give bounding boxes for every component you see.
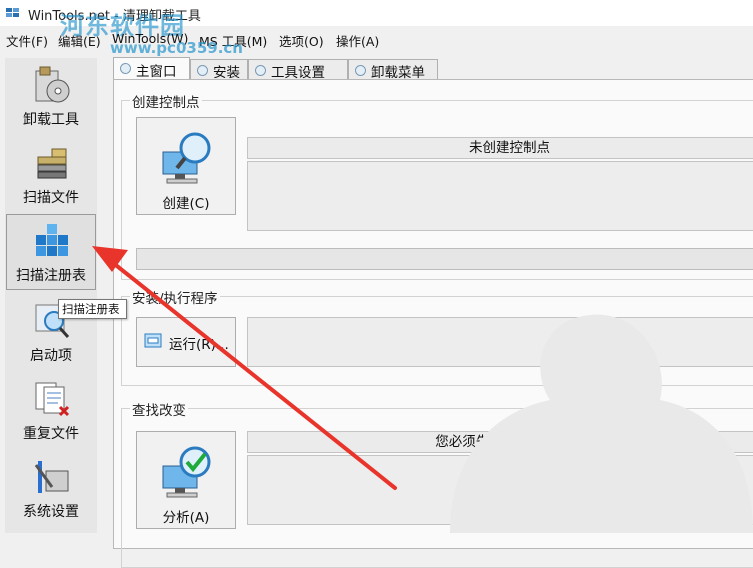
checkpoint-status: 未创建控制点 [247, 137, 753, 159]
tooltip-scan-registry: 扫描注册表 [58, 299, 127, 319]
duplicate-files-icon [35, 382, 70, 417]
sidebar-item-label: 扫描注册表 [16, 268, 86, 284]
tab-label: 安装 [213, 65, 240, 81]
radio-icon [355, 65, 366, 76]
main-panel: 创建控制点 创建(C) 未创建控制点 安装/执行程序 运行(R)... 查找改变… [113, 79, 753, 568]
menu-edit[interactable]: 编辑(E) [58, 31, 101, 50]
sidebar-item-scan-registry[interactable]: 扫描注册表 [6, 214, 96, 290]
run-button[interactable]: 运行(R)... [136, 317, 236, 367]
sidebar-item-label: 扫描文件 [23, 190, 79, 206]
checkpoint-info-box [247, 161, 753, 231]
menu-actions[interactable]: 操作(A) [336, 31, 379, 50]
system-settings-icon [34, 461, 69, 493]
group-title: 安装/执行程序 [130, 287, 220, 307]
watermark-url: www.pc0359.cn [110, 39, 243, 57]
tab-uninstall-menu[interactable]: 卸载菜单 [348, 59, 438, 81]
changes-info-box [247, 455, 753, 525]
create-button[interactable]: 创建(C) [136, 117, 236, 215]
scan-files-icon [37, 148, 67, 179]
changes-status: 您必须先创建一个控制点 [247, 431, 753, 453]
sidebar-item-duplicate-files[interactable]: 重复文件 [6, 372, 96, 448]
sidebar: 卸载工具 扫描文件 扫描注册表 启动项 重复文件 系统设置 [5, 58, 97, 533]
tab-label: 主窗口 [136, 64, 177, 80]
sidebar-item-uninstall-tools[interactable]: 卸载工具 [6, 58, 96, 134]
install-info-box [247, 317, 753, 367]
radio-icon [120, 63, 131, 74]
tab-tool-settings[interactable]: 工具设置 [248, 59, 348, 81]
tab-main-window[interactable]: 主窗口 [113, 57, 190, 80]
main-area: 主窗口 安装 工具设置 卸载菜单 创建控制点 创建(C) 未创建控制点 安装/执… [103, 57, 753, 568]
menu-options[interactable]: 选项(O) [279, 31, 324, 50]
button-label: 分析(A) [162, 510, 210, 526]
find-changes-group: 查找改变 分析(A) 您必须先创建一个控制点 [121, 399, 753, 568]
scan-registry-icon [36, 224, 68, 256]
menu-file[interactable]: 文件(F) [6, 31, 48, 50]
group-title: 创建控制点 [130, 91, 202, 111]
run-program-icon [144, 333, 162, 348]
radio-icon [197, 65, 208, 76]
sidebar-item-label: 卸载工具 [23, 112, 79, 128]
checkpoint-progress-bar [136, 248, 753, 270]
sidebar-item-label: 启动项 [30, 348, 72, 364]
computer-check-icon [162, 446, 211, 498]
app-icon [6, 8, 19, 17]
sidebar-item-scan-files[interactable]: 扫描文件 [6, 136, 96, 212]
sidebar-item-system-settings[interactable]: 系统设置 [6, 450, 96, 526]
computer-search-icon [162, 132, 211, 184]
sidebar-item-label: 系统设置 [23, 504, 79, 520]
tab-install[interactable]: 安装 [190, 59, 248, 81]
tab-label: 卸载菜单 [371, 65, 425, 81]
tab-label: 工具设置 [271, 65, 325, 81]
button-label: 创建(C) [162, 196, 210, 212]
create-checkpoint-group: 创建控制点 创建(C) 未创建控制点 [121, 91, 753, 280]
uninstall-tools-icon [35, 66, 70, 103]
sidebar-item-label: 重复文件 [23, 426, 79, 442]
group-title: 查找改变 [130, 399, 188, 419]
button-label: 运行(R)... [169, 337, 229, 353]
install-program-group: 安装/执行程序 运行(R)... [121, 287, 753, 386]
analyze-button[interactable]: 分析(A) [136, 431, 236, 529]
radio-icon [255, 65, 266, 76]
